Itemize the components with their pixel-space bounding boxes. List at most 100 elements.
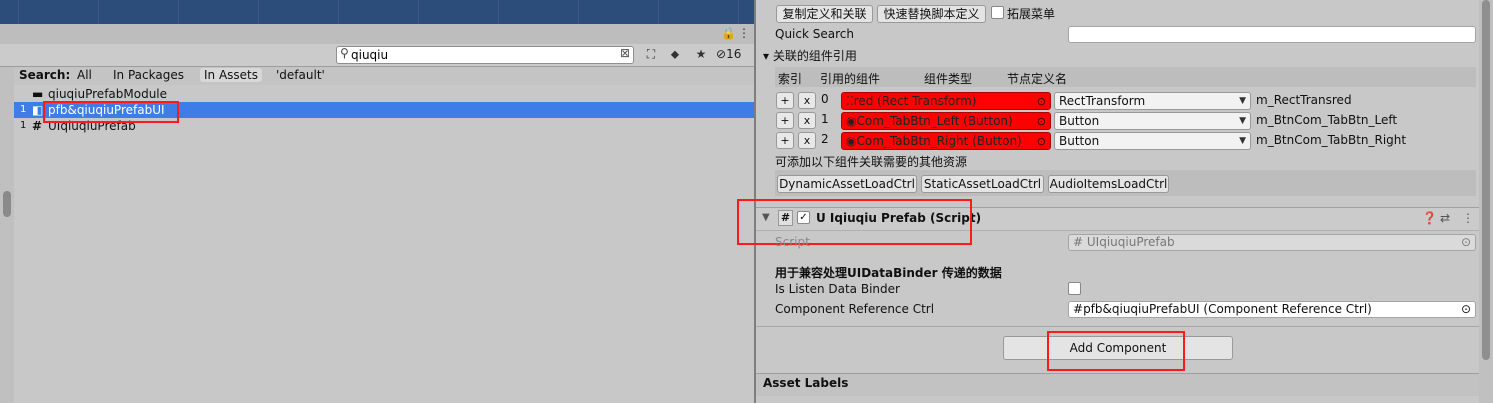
refs-section-title: 关联的组件引用 <box>772 49 857 63</box>
remove-ref-button[interactable]: x <box>798 92 816 109</box>
object-picker-icon[interactable]: ⊙ <box>1037 94 1046 109</box>
scope-in-assets[interactable]: In Assets <box>200 68 263 82</box>
ref-object-label: red (Rect Transform) <box>853 94 977 108</box>
search-by-label-icon[interactable]: ⬥ <box>664 45 686 64</box>
dropdown-arrow-icon: ▼ <box>1239 116 1246 126</box>
ref-type-select[interactable]: Button ▼ <box>1054 132 1251 150</box>
ref-index: 0 <box>821 92 829 106</box>
highlight-box-add-component <box>1047 331 1185 371</box>
ref-type-value: Button <box>1059 134 1100 148</box>
project-results-list: ▬ qiuqiuPrefabModule 1 ◧ pfb&qiuqiuPrefa… <box>14 86 754 403</box>
scrollbar-thumb[interactable] <box>3 191 11 217</box>
refs-table-header: 索引 引用的组件 组件类型 节点定义名 <box>775 67 1476 87</box>
expand-menu-checkbox[interactable] <box>991 6 1004 19</box>
remove-ref-button[interactable]: x <box>798 132 816 149</box>
add-ref-button[interactable]: + <box>776 132 794 149</box>
col-type: 组件类型 <box>924 72 973 86</box>
ref-type-value: Button <box>1059 114 1100 128</box>
scope-default[interactable]: 'default' <box>276 68 325 82</box>
ref-object-label: Com_TabBtn_Right (Button) <box>856 134 1022 148</box>
ref-type-select[interactable]: Button ▼ <box>1054 112 1251 130</box>
highlight-box-prefab <box>43 101 179 123</box>
ref-index: 1 <box>821 112 829 126</box>
ref-object-field[interactable]: ⁚⁚red (Rect Transform) ⊙ <box>841 92 1051 110</box>
ref-index: 2 <box>821 132 829 146</box>
asset-labels-title: Asset Labels <box>763 376 849 390</box>
quick-search-input[interactable] <box>1068 26 1476 43</box>
audio-items-load-ctrl-button[interactable]: AudioItemsLoadCtrl <box>1048 175 1169 193</box>
refs-foldout[interactable]: ▾ 关联的组件引用 <box>763 47 857 64</box>
add-ref-button[interactable]: + <box>776 112 794 129</box>
asset-labels-bar[interactable] <box>756 373 1479 396</box>
ref-type-value: RectTransform <box>1059 94 1146 108</box>
object-picker-icon[interactable]: ⊙ <box>1037 134 1046 149</box>
list-item[interactable]: ▬ qiuqiuPrefabModule <box>14 86 754 102</box>
project-scrollbar[interactable] <box>0 67 14 403</box>
ref-node-name: m_BtnCom_TabBtn_Left <box>1256 113 1398 127</box>
object-picker-icon[interactable]: ⊙ <box>1461 302 1471 317</box>
scrollbar-thumb[interactable] <box>1482 0 1490 360</box>
col-component: 引用的组件 <box>820 72 881 86</box>
inspector-scrollbar[interactable] <box>1479 0 1493 403</box>
prefab-icon: ◧ <box>32 103 44 117</box>
button-component-icon: ◉ <box>846 134 857 148</box>
search-input[interactable] <box>351 47 611 62</box>
replace-script-button[interactable]: 快速替换脚本定义 <box>877 5 986 23</box>
listen-data-binder-checkbox[interactable] <box>1068 282 1081 295</box>
scene-grid <box>18 0 754 24</box>
ref-object-field[interactable]: ◉Com_TabBtn_Left (Button) ⊙ <box>841 112 1051 130</box>
lock-icon[interactable]: 🔒 <box>721 26 736 40</box>
add-ref-button[interactable]: + <box>776 92 794 109</box>
remove-ref-button[interactable]: x <box>798 112 816 129</box>
ref-type-select[interactable]: RectTransform ▼ <box>1054 92 1251 110</box>
static-asset-load-ctrl-button[interactable]: StaticAssetLoadCtrl <box>921 175 1044 193</box>
presets-icon[interactable]: ⇄ <box>1440 211 1450 225</box>
component-description: 用于兼容处理UIDataBinder 传递的数据 <box>775 266 1002 280</box>
component-reference-value: pfb&qiuqiuPrefabUI (Component Reference … <box>1083 302 1372 316</box>
copy-definition-button[interactable]: 复制定义和关联 <box>776 5 873 23</box>
dropdown-arrow-icon: ▼ <box>1239 136 1246 146</box>
hidden-count: 16 <box>726 47 742 61</box>
scope-all[interactable]: All <box>77 68 92 82</box>
script-icon: # <box>1073 235 1084 249</box>
rect-transform-icon: ⁚⁚ <box>846 94 854 108</box>
project-panel-header: 🔒 ⋮ <box>0 24 754 45</box>
folder-icon: ▬ <box>32 87 44 101</box>
foldout-arrow-icon: ▾ <box>763 49 770 63</box>
script-icon: # <box>1073 302 1084 316</box>
dropdown-arrow-icon: ▼ <box>1239 96 1246 106</box>
component-menu-icon[interactable]: ⋮ <box>1462 211 1474 225</box>
script-icon: # <box>32 119 43 133</box>
search-by-type-icon[interactable]: ⛶ <box>640 45 662 64</box>
eye-slash-icon: ⊘ <box>716 47 727 61</box>
expand-menu-label: 拓展菜单 <box>1007 7 1056 21</box>
search-scope-label: Search: <box>19 68 71 82</box>
scope-in-packages[interactable]: In Packages <box>113 68 184 82</box>
ref-node-name: m_RectTransred <box>1256 93 1352 107</box>
list-item-label: qiuqiuPrefabModule <box>48 87 168 101</box>
ref-object-label: Com_TabBtn_Left (Button) <box>856 114 1013 128</box>
listen-data-binder-label: Is Listen Data Binder <box>775 282 900 296</box>
list-item-count: 1 <box>20 104 27 115</box>
script-field-value: UIqiuqiuPrefab <box>1086 235 1175 249</box>
ref-object-field[interactable]: ◉Com_TabBtn_Right (Button) ⊙ <box>841 132 1051 150</box>
component-reference-field[interactable]: #pfb&qiuqiuPrefabUI (Component Reference… <box>1068 301 1476 318</box>
component-reference-label: Component Reference Ctrl <box>775 302 935 316</box>
kebab-menu-icon[interactable]: ⋮ <box>738 26 750 40</box>
button-component-icon: ◉ <box>846 114 857 128</box>
search-icon: ⚲ <box>340 46 349 60</box>
search-scope-bar: Search: All In Packages In Assets 'defau… <box>14 67 754 85</box>
clear-search-icon[interactable]: ⊠ <box>620 46 630 60</box>
project-search-box[interactable]: ⚲ ⊠ <box>336 46 634 64</box>
dynamic-asset-load-ctrl-button[interactable]: DynamicAssetLoadCtrl <box>777 175 917 193</box>
quick-search-label: Quick Search <box>775 27 854 41</box>
script-field: # UIqiuqiuPrefab ⊙ <box>1068 234 1476 251</box>
ref-node-name: m_BtnCom_TabBtn_Right <box>1256 133 1407 147</box>
hidden-packages-toggle[interactable]: ⊘16 <box>716 45 752 64</box>
col-index: 索引 <box>778 72 803 86</box>
object-picker-icon: ⊙ <box>1460 235 1471 249</box>
object-picker-icon[interactable]: ⊙ <box>1037 114 1046 129</box>
col-node-name: 节点定义名 <box>1007 72 1068 86</box>
help-icon[interactable]: ❓ <box>1422 211 1437 225</box>
favorite-star-icon[interactable]: ★ <box>690 45 712 64</box>
